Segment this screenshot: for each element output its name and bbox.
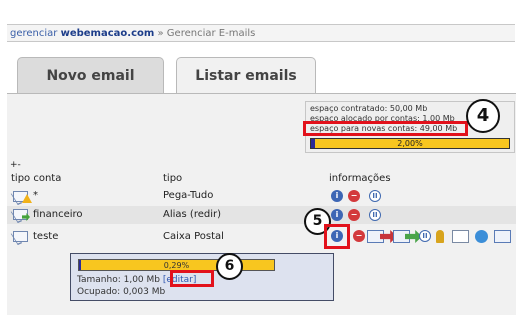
delete-icon[interactable]: − bbox=[353, 230, 365, 242]
sync-icon[interactable] bbox=[475, 230, 488, 243]
mail-settings-icon[interactable] bbox=[494, 230, 511, 243]
breadcrumb: gerenciar webemacao.com » Gerenciar E-ma… bbox=[7, 24, 515, 42]
mailbox-size: Tamanho: 1,00 Mb bbox=[77, 275, 160, 285]
breadcrumb-prefix: gerenciar bbox=[10, 28, 58, 39]
breadcrumb-separator: » bbox=[157, 28, 164, 39]
breadcrumb-current: Gerenciar E-mails bbox=[166, 28, 256, 39]
table-row: * Pega-Tudo i − II bbox=[7, 187, 516, 205]
account-name[interactable]: teste bbox=[33, 231, 58, 242]
callout-6: 6 bbox=[216, 253, 243, 280]
mailbox-icon bbox=[13, 231, 28, 242]
breadcrumb-domain: webemacao.com bbox=[60, 28, 155, 39]
delete-icon[interactable]: − bbox=[348, 190, 360, 202]
highlight-info-button bbox=[324, 224, 350, 249]
key-icon[interactable] bbox=[436, 230, 444, 243]
breadcrumb-link-gerenciar[interactable]: gerenciar webemacao.com bbox=[10, 28, 154, 39]
mailbox-usage-label: 0,29% bbox=[163, 261, 190, 270]
tab-listar-emails[interactable]: Listar emails bbox=[176, 57, 316, 94]
table-row: financeiro Alias (redir) i − II bbox=[7, 206, 516, 224]
account-type: Caixa Postal bbox=[163, 231, 224, 242]
account-name[interactable]: * bbox=[33, 190, 38, 201]
header-tipo-conta: tipo conta bbox=[11, 173, 62, 184]
info-icon[interactable]: i bbox=[331, 209, 343, 221]
tab-listar-emails-label: Listar emails bbox=[195, 68, 297, 84]
mailbox-used: Ocupado: 0,003 Mb bbox=[77, 287, 166, 297]
header-informacoes: informações bbox=[329, 173, 391, 184]
info-icon[interactable]: i bbox=[331, 190, 343, 202]
header-tipo: tipo bbox=[163, 173, 183, 184]
pause-icon[interactable]: II bbox=[369, 190, 381, 202]
pause-icon[interactable]: II bbox=[369, 209, 381, 221]
callout-4: 4 bbox=[466, 99, 500, 133]
document-icon[interactable] bbox=[452, 230, 469, 243]
quota-progress-bar: 2,00% bbox=[310, 138, 510, 149]
account-type: Pega-Tudo bbox=[163, 190, 214, 201]
delete-icon[interactable]: − bbox=[348, 209, 360, 221]
pause-icon[interactable]: II bbox=[419, 230, 431, 242]
expand-collapse-toggle[interactable]: +- bbox=[10, 160, 21, 170]
quota-progress-label: 2,00% bbox=[397, 139, 423, 148]
account-type: Alias (redir) bbox=[163, 209, 221, 220]
highlight-quota-available bbox=[303, 121, 468, 136]
warning-icon bbox=[22, 194, 32, 203]
tab-novo-email[interactable]: Novo email bbox=[17, 57, 164, 94]
account-name[interactable]: financeiro bbox=[33, 209, 83, 220]
highlight-edit-link bbox=[170, 270, 214, 287]
tab-novo-email-label: Novo email bbox=[46, 68, 135, 84]
